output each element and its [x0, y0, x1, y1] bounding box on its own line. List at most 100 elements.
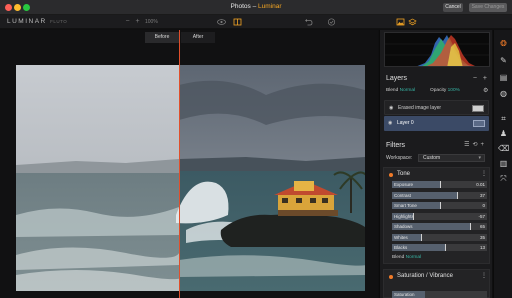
layer-item-erased[interactable]: ◉ Erased image layer: [384, 100, 489, 115]
saturation-title: Saturation / Vibrance: [397, 273, 453, 279]
blend-label: Blend: [386, 88, 399, 93]
layer-thumbnail: [472, 105, 484, 112]
logo-text: LUMINAR: [7, 18, 47, 25]
transform-icon[interactable]: ⤧: [498, 173, 509, 184]
slider-contrast[interactable]: Contrast 37: [392, 191, 487, 199]
eye-preview-icon[interactable]: [217, 18, 226, 26]
slider-value: 0: [482, 203, 485, 208]
workspace-select[interactable]: Custom ▾: [418, 154, 485, 162]
layer-blend-row[interactable]: Blend Normal: [386, 88, 415, 93]
workspace-label: Workspace:: [386, 155, 413, 161]
slider-knob[interactable]: [456, 191, 458, 199]
undo-icon[interactable]: [304, 18, 313, 26]
slider-value: 37: [479, 192, 485, 198]
layer-opacity-row[interactable]: Opacity 100%: [430, 88, 460, 93]
slider-label: Shadows: [394, 224, 413, 229]
save-changes-button[interactable]: Save Changes: [469, 3, 507, 12]
blend-mode-select[interactable]: Normal: [406, 255, 421, 260]
layer-label: Erased image layer: [398, 105, 442, 111]
chevron-down-icon: ▾: [478, 155, 481, 161]
layer-item-layer-0[interactable]: ◉ Layer 0: [384, 116, 489, 131]
saturation-filter-header[interactable]: Saturation / Vibrance ⋮: [384, 271, 491, 282]
toolbar: LUMINAR FLUTO − + 100%: [0, 15, 512, 29]
saturation-filter-panel: Saturation / Vibrance ⋮ Saturation: [383, 269, 490, 298]
photo-preview: [16, 65, 365, 291]
layer-label: Layer 0: [397, 120, 414, 126]
slider-label: Blacks: [394, 245, 408, 250]
slider-label: Contrast: [394, 192, 412, 198]
slider-knob[interactable]: [439, 181, 441, 188]
adjustment-panel: Layers − + Blend Normal Opacity 100% ⚙ ◉…: [379, 30, 492, 298]
luminar-logo: LUMINAR FLUTO: [7, 18, 67, 25]
slider-whites[interactable]: Whites 35: [392, 233, 487, 241]
gradient-icon[interactable]: ▥: [498, 158, 509, 169]
tone-filter-header[interactable]: Tone ⋮: [384, 169, 491, 180]
slider-exposure[interactable]: Exposure 0.01: [392, 181, 487, 188]
crop-icon[interactable]: ⌗: [498, 113, 509, 124]
slider-blacks[interactable]: Blacks 13: [392, 244, 487, 251]
slider-knob[interactable]: [412, 212, 414, 220]
filters-actions: ☰⟲+: [464, 141, 487, 148]
zoom-level[interactable]: 100%: [145, 18, 158, 26]
image-canvas[interactable]: Before After: [0, 30, 378, 298]
tone-blend-row[interactable]: Blend Normal: [392, 255, 421, 260]
filter-menu-icon[interactable]: ⋮: [481, 271, 487, 282]
slider-smart-tone[interactable]: Smart Tone 0: [392, 202, 487, 209]
visibility-eye-icon[interactable]: ◉: [389, 101, 393, 116]
window-title-prefix: Photos: [230, 3, 251, 10]
slider-label: Exposure: [394, 182, 414, 187]
remove-layer-icon[interactable]: −: [473, 73, 477, 85]
slider-knob[interactable]: [469, 223, 471, 230]
slider-value: 0.01: [476, 182, 485, 187]
before-tab[interactable]: Before: [145, 32, 179, 43]
blend-label: Blend: [392, 255, 405, 260]
palette-icon[interactable]: ❂: [498, 38, 509, 49]
slider-highlights[interactable]: Highlights -57: [392, 212, 487, 220]
eraser-icon[interactable]: ⌫: [498, 143, 509, 154]
slider-value: -57: [478, 213, 485, 219]
compare-split-icon[interactable]: [233, 18, 242, 26]
brush-icon[interactable]: ✎: [498, 55, 509, 66]
after-tab[interactable]: After: [181, 32, 215, 43]
layer-thumbnail: [473, 120, 485, 127]
slider-knob[interactable]: [445, 244, 447, 251]
slider-label: Smart Tone: [394, 203, 417, 208]
window-title-separator: –: [250, 3, 258, 10]
layers-section-header: Layers − +: [380, 73, 493, 85]
workspace-value: Custom: [423, 155, 441, 161]
compare-split-line[interactable]: [179, 30, 180, 298]
slider-saturation[interactable]: Saturation: [392, 291, 487, 298]
slider-label: Whites: [394, 234, 408, 240]
radial-icon[interactable]: ◍: [498, 88, 509, 99]
slider-shadows[interactable]: Shadows 65: [392, 223, 487, 230]
filters-heading: Filters: [386, 142, 406, 149]
filter-active-dot[interactable]: [389, 275, 393, 279]
opacity-value[interactable]: 100%: [448, 88, 460, 93]
window-title-app: Luminar: [258, 3, 282, 10]
visibility-eye-icon[interactable]: ◉: [388, 116, 392, 131]
slider-knob[interactable]: [420, 233, 422, 241]
tone-title: Tone: [397, 171, 411, 177]
logo-flavor: FLUTO: [50, 19, 68, 24]
layers-stack-icon[interactable]: ▤: [498, 72, 509, 83]
presets-image-icon[interactable]: [396, 18, 405, 26]
layers-panel-icon[interactable]: [408, 18, 417, 26]
zoom-in-button[interactable]: +: [133, 18, 142, 26]
gear-icon[interactable]: ⚙: [483, 87, 488, 94]
opacity-label: Opacity: [430, 88, 447, 93]
blend-mode-select[interactable]: Normal: [400, 88, 415, 93]
filter-active-dot[interactable]: [389, 173, 393, 177]
filter-menu-icon[interactable]: ⋮: [481, 169, 487, 180]
zoom-out-button[interactable]: −: [123, 18, 132, 26]
add-layer-icon[interactable]: +: [483, 73, 487, 85]
cancel-button[interactable]: Cancel: [443, 3, 463, 12]
apply-check-icon[interactable]: [327, 18, 336, 26]
slider-label: Saturation: [394, 292, 415, 297]
slider-label: Highlights: [394, 213, 414, 219]
tone-filter-panel: Tone ⋮ Exposure 0.01 Contrast 37 Smart Tone 0…: [383, 167, 490, 264]
add-filter-icon[interactable]: +: [480, 142, 487, 148]
slider-knob[interactable]: [439, 202, 441, 209]
slider-value: 13: [479, 245, 485, 250]
title-bar: Photos – Luminar Cancel Save Changes: [0, 0, 512, 15]
clone-stamp-icon[interactable]: ♟: [498, 128, 509, 139]
